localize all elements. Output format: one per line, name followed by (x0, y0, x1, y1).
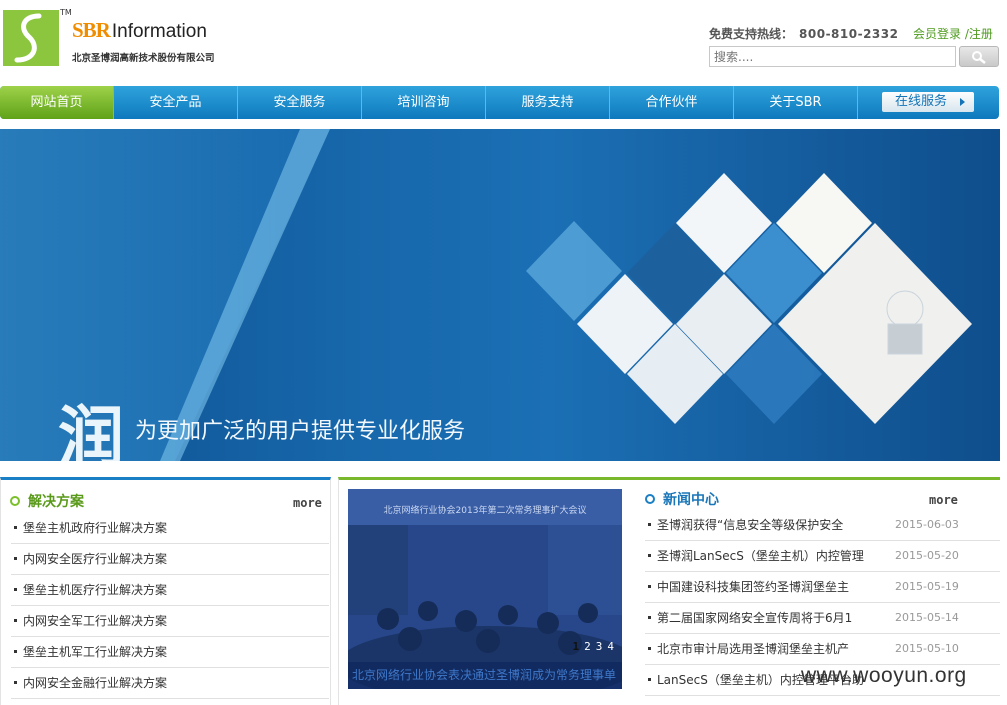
main-nav: 网站首页 安全产品 安全服务 培训咨询 服务支持 合作伙伴 关于SBR (0, 86, 999, 119)
login-link[interactable]: 会员登录 (913, 27, 961, 41)
bullet-icon (14, 618, 17, 622)
nav-training[interactable]: 培训咨询 (362, 86, 486, 119)
solutions-list: 堡垒主机政府行业解决方案 内网安全医疗行业解决方案 堡垒主机医疗行业解决方案 内… (11, 513, 329, 699)
slide-pager: 1 2 3 4 (573, 640, 615, 653)
bullet-icon (14, 587, 17, 591)
bullet-icon (14, 556, 17, 560)
news-item[interactable]: 中国建设科技集团签约圣博润堡垒主 2015-05-19 (645, 572, 1000, 603)
hotline-number: 800-810-2332 (799, 27, 899, 41)
solutions-header: 解决方案 (10, 491, 84, 511)
bullet-icon (14, 680, 17, 684)
solutions-more-link[interactable]: more (293, 496, 322, 510)
banner-slogan: 为更加广泛的用户提供专业化服务 (135, 419, 466, 444)
section-circle-icon (645, 494, 655, 504)
watermark: www.wooyun.org (801, 664, 967, 687)
news-slideshow[interactable]: 北京网络行业协会2013年第二次常务理事扩大会议 1 2 3 4 北京网络行业协… (348, 489, 622, 689)
slide-banner-text: 北京网络行业协会2013年第二次常务理事扩大会议 (384, 504, 587, 516)
nav-home[interactable]: 网站首页 (0, 86, 114, 119)
bullet-icon (648, 615, 651, 619)
banner-character: 润 (58, 399, 124, 461)
news-item[interactable]: 圣博润获得“信息安全等级保护安全 2015-06-03 (645, 510, 1000, 541)
brand-sbr: SBR (72, 18, 111, 42)
register-link[interactable]: /注册 (965, 27, 993, 41)
search-button[interactable] (959, 46, 999, 67)
nav-about[interactable]: 关于SBR (734, 86, 858, 119)
solutions-title: 解决方案 (28, 494, 84, 510)
news-item[interactable]: 圣博润LanSecS（堡垒主机）内控管理 2015-05-20 (645, 541, 1000, 572)
slide-page-2[interactable]: 2 (584, 640, 591, 653)
arrow-right-icon (960, 98, 965, 106)
bullet-icon (14, 649, 17, 653)
search-input[interactable] (709, 46, 956, 67)
bullet-icon (648, 553, 651, 557)
news-more-link[interactable]: more (929, 493, 958, 507)
nav-support[interactable]: 服务支持 (486, 86, 610, 119)
news-header: 新闻中心 (645, 489, 719, 509)
list-item[interactable]: 内网安全医疗行业解决方案 (11, 544, 329, 575)
nav-products[interactable]: 安全产品 (114, 86, 238, 119)
online-service-label: 在线服务 (895, 94, 948, 109)
search-icon (972, 50, 986, 64)
slide-page-3[interactable]: 3 (596, 640, 603, 653)
slide-page-1[interactable]: 1 (573, 640, 580, 653)
brand-name[interactable]: SBR Information (72, 18, 207, 43)
brand-information: Information (111, 21, 207, 42)
bullet-icon (648, 584, 651, 588)
hotline-label: 免费支持热线： (709, 27, 794, 41)
list-item[interactable]: 内网安全金融行业解决方案 (11, 668, 329, 699)
list-item[interactable]: 堡垒主机政府行业解决方案 (11, 513, 329, 544)
page: TM SBR Information 北京圣博润高新技术股份有限公司 免费支持热线… (0, 0, 1007, 705)
trademark-mark: TM (60, 8, 72, 17)
slide-page-4[interactable]: 4 (607, 640, 614, 653)
header: TM SBR Information 北京圣博润高新技术股份有限公司 免费支持热线… (0, 0, 1007, 86)
online-service-button[interactable]: 在线服务 (882, 92, 974, 112)
bullet-icon (648, 522, 651, 526)
section-circle-icon (10, 496, 20, 506)
bullet-icon (648, 677, 651, 681)
company-name: 北京圣博润高新技术股份有限公司 (72, 53, 215, 64)
logo-icon[interactable] (3, 10, 59, 66)
hotline: 免费支持热线： 800-810-2332 (709, 25, 898, 42)
account-links: 会员登录 /注册 (913, 25, 993, 42)
bullet-icon (14, 525, 17, 529)
list-item[interactable]: 堡垒主机医疗行业解决方案 (11, 575, 329, 606)
news-item[interactable]: 北京市审计局选用圣博润堡垒主机产 2015-05-10 (645, 634, 1000, 665)
banner-graphic (0, 129, 972, 461)
slide-caption[interactable]: 北京网络行业协会表决通过圣博润成为常务理事单 (348, 662, 622, 689)
list-item[interactable]: 堡垒主机军工行业解决方案 (11, 637, 329, 668)
meeting-photo: 北京网络行业协会2013年第二次常务理事扩大会议 (348, 489, 622, 689)
news-item[interactable]: 第二届国家网络安全宣传周将于6月1 2015-05-14 (645, 603, 1000, 634)
nav-partners[interactable]: 合作伙伴 (610, 86, 734, 119)
bullet-icon (648, 646, 651, 650)
nav-services[interactable]: 安全服务 (238, 86, 362, 119)
news-title: 新闻中心 (663, 492, 719, 508)
hero-banner[interactable]: 润 为更加广泛的用户提供专业化服务 (0, 129, 1000, 461)
solutions-panel: 解决方案 more 堡垒主机政府行业解决方案 内网安全医疗行业解决方案 堡垒主机… (0, 477, 331, 705)
diamond-mosaic (526, 173, 972, 424)
list-item[interactable]: 内网安全军工行业解决方案 (11, 606, 329, 637)
